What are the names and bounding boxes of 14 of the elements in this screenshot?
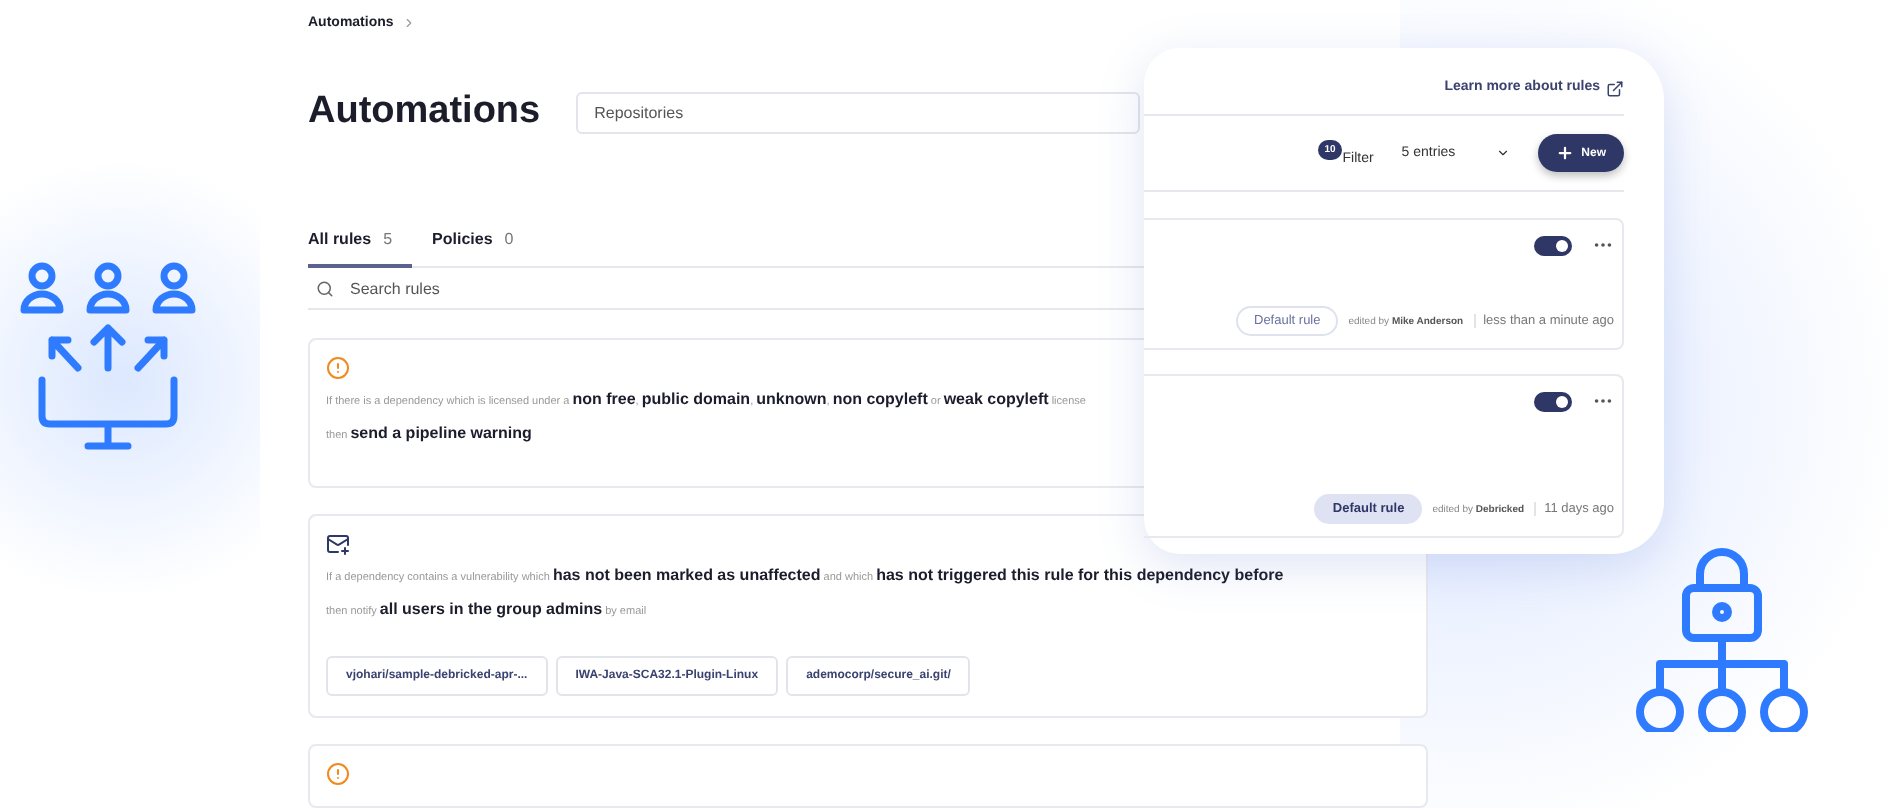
mail-icon	[326, 532, 350, 556]
alert-icon	[326, 356, 350, 380]
alert-icon	[326, 762, 350, 786]
plus-icon	[1555, 144, 1574, 162]
external-link-icon	[1606, 80, 1624, 98]
page-title: Automations	[308, 90, 541, 134]
search-icon	[316, 279, 334, 297]
toggle-switch[interactable]	[1534, 391, 1572, 411]
tab[interactable]: Policies 0	[412, 218, 534, 268]
toggle-switch[interactable]	[1534, 235, 1572, 255]
caret-icon	[1495, 146, 1510, 160]
repositories-field[interactable]: Repositories	[576, 91, 1141, 133]
chevron-right-icon	[401, 16, 416, 30]
tab[interactable]: All rules 5	[308, 218, 413, 268]
